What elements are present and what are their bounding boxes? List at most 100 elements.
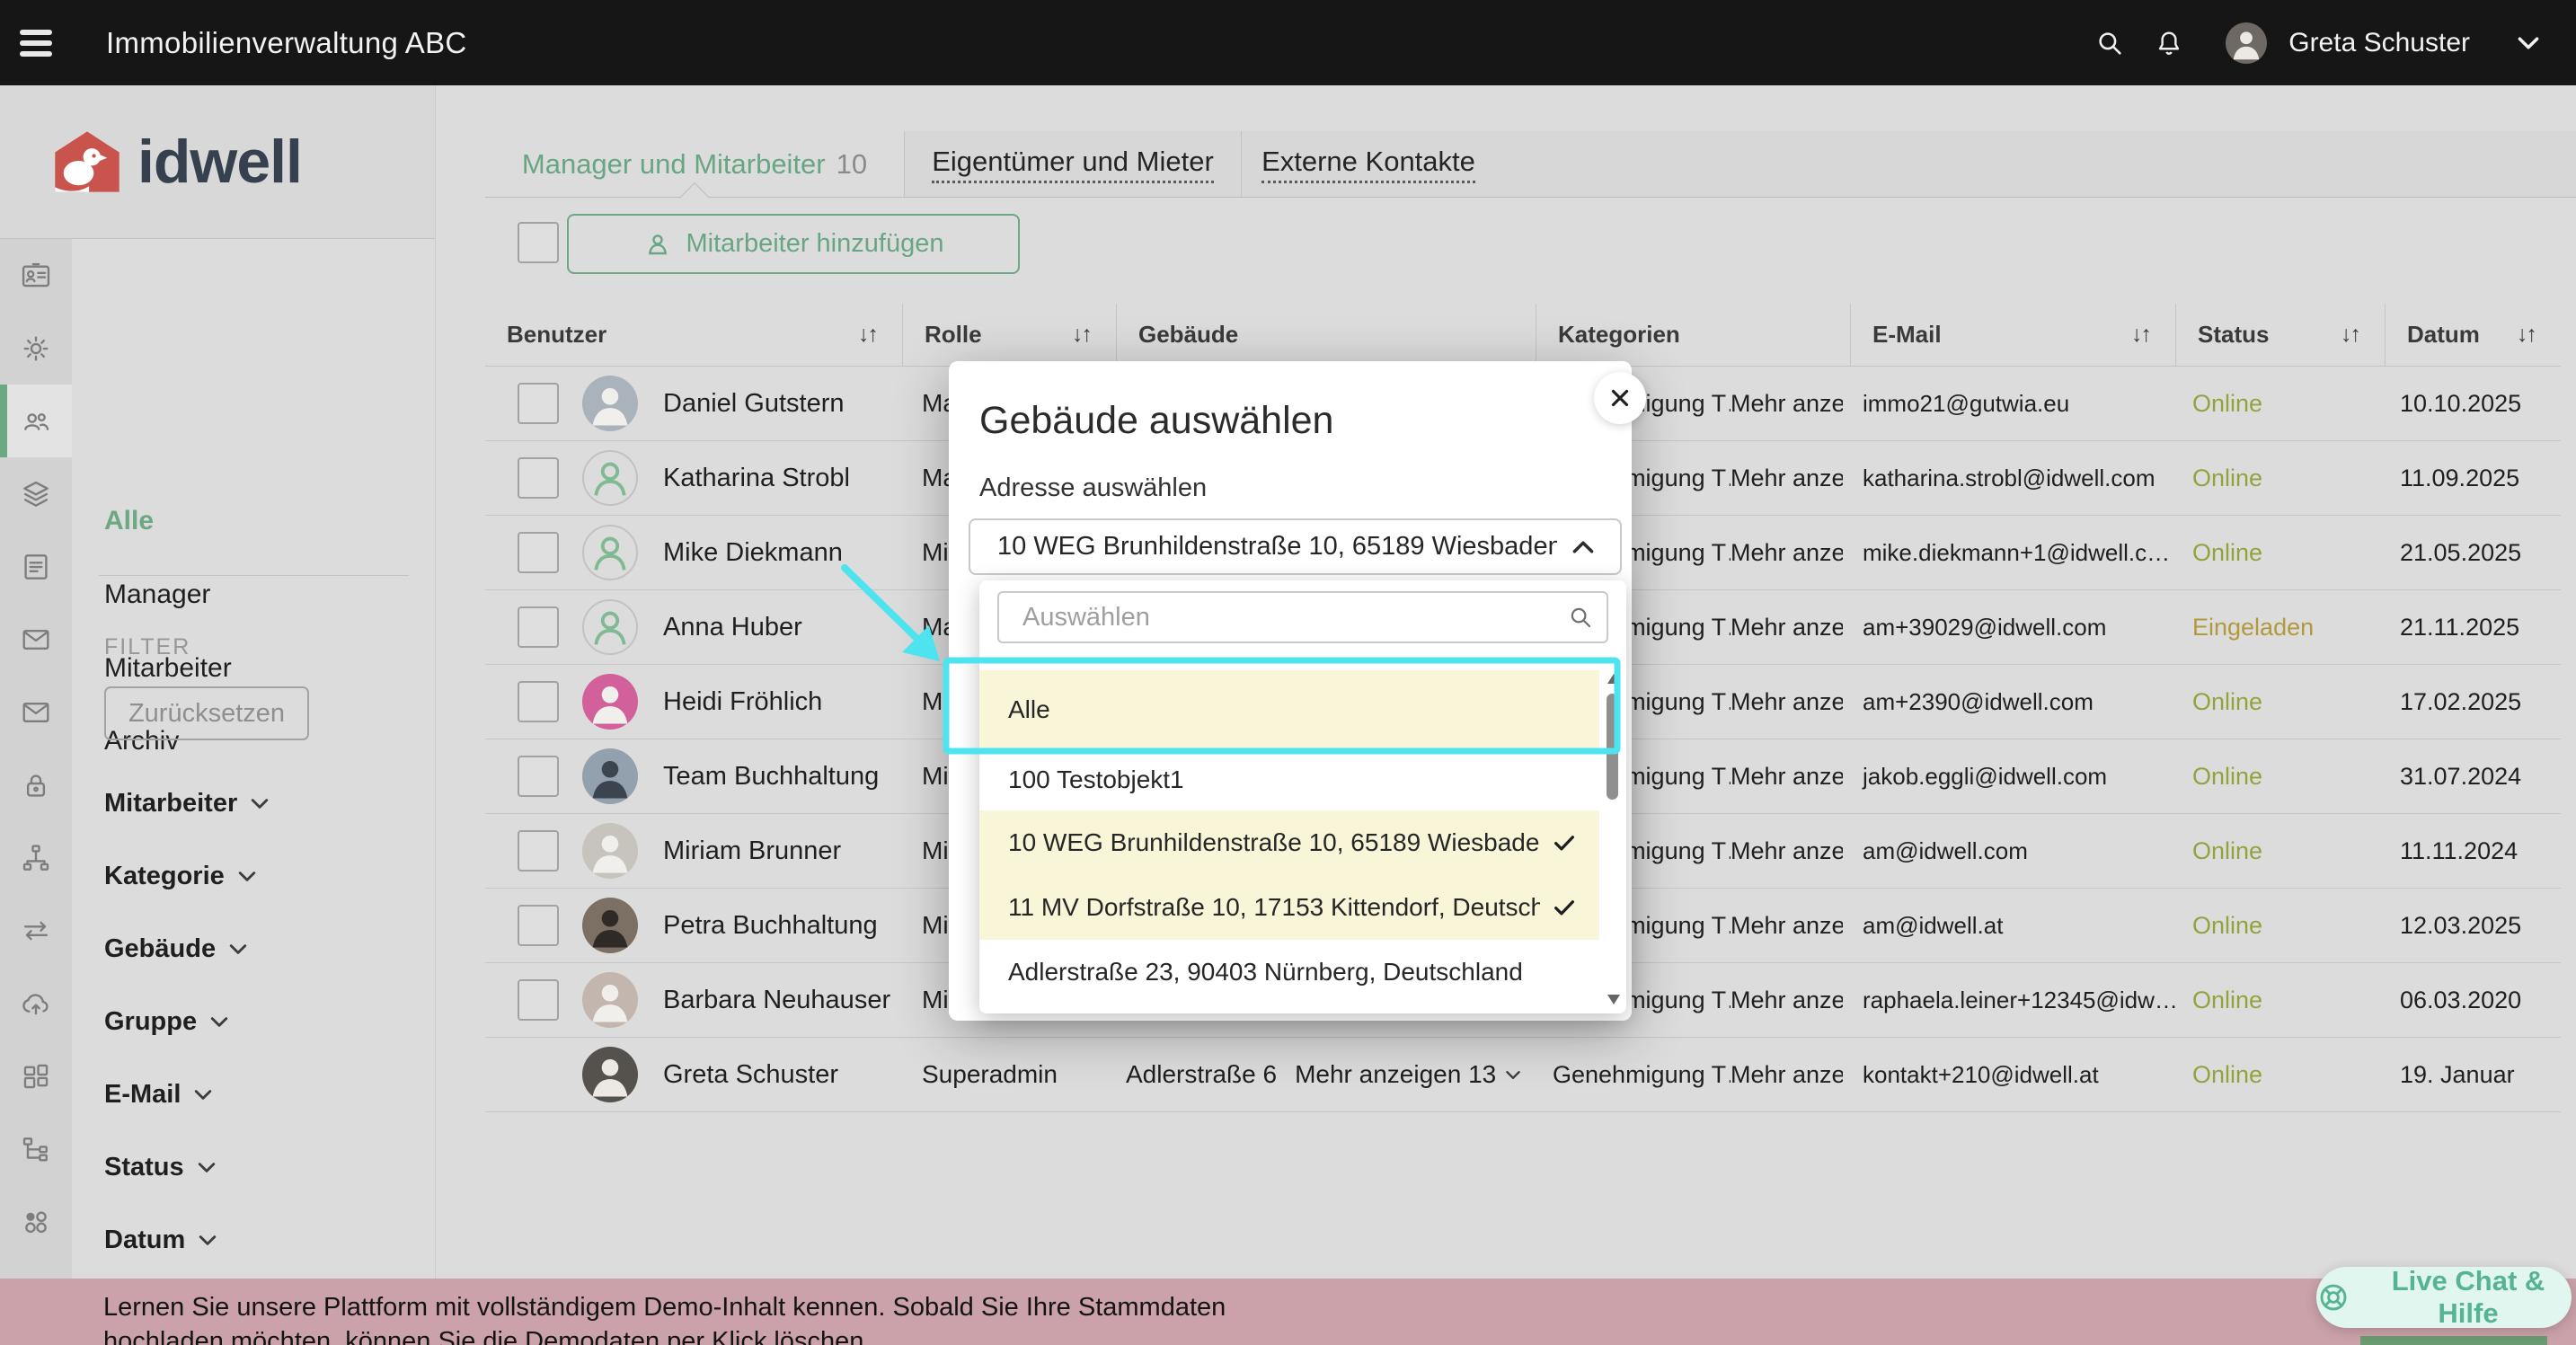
option-mv-dorfstrasse[interactable]: 11 MV Dorfstraße 10, 17153 Kittendorf, D… [979, 875, 1599, 940]
categories-more-link[interactable]: Mehr anzeigen [1731, 614, 1843, 642]
contacts-card-icon[interactable] [0, 239, 72, 312]
user-name: Heidi Fröhlich [663, 687, 822, 717]
chevron-down-icon [1505, 1070, 1521, 1080]
user-name: Katharina Strobl [663, 464, 850, 493]
address-search-input[interactable] [997, 591, 1608, 643]
user-name: Miriam Brunner [663, 836, 841, 866]
address-select-label: Adresse auswählen [979, 473, 1207, 503]
row-checkbox[interactable] [518, 681, 559, 722]
option-adlerstrasse[interactable]: Adlerstraße 23, 90403 Nürnberg, Deutschl… [979, 940, 1599, 1004]
demo-banner: Lernen Sie unsere Plattform mit vollstän… [0, 1279, 2576, 1345]
tab-eigentuemer-und-mieter[interactable]: Eigentümer und Mieter [904, 131, 1241, 197]
filter-status[interactable]: Status [104, 1153, 217, 1182]
option-testobjekt[interactable]: 100 Testobjekt1 [979, 749, 1599, 810]
filter-mitarbeiter[interactable]: Mitarbeiter [104, 789, 270, 819]
team-people-icon[interactable] [0, 385, 72, 457]
filter-gruppe[interactable]: Gruppe [104, 1007, 229, 1037]
user-avatar[interactable] [2226, 22, 2267, 64]
sort-icons[interactable]: ↓↑ [1072, 322, 1091, 348]
row-checkbox[interactable] [518, 830, 559, 872]
categories-more-link[interactable]: Mehr anzeigen [1731, 539, 1843, 567]
active-tab-notch [679, 182, 710, 213]
close-button[interactable] [1594, 372, 1646, 424]
tab-externe-kontakte[interactable]: Externe Kontakte [1241, 131, 1495, 197]
document-icon[interactable] [0, 530, 72, 603]
avatar-placeholder [582, 525, 638, 580]
tab-manager-und-mitarbeiter[interactable]: Manager und Mitarbeiter 10 [485, 131, 904, 197]
filter-kategorie[interactable]: Kategorie [104, 862, 257, 891]
categories-more-link[interactable]: Mehr anzeigen [1731, 1061, 1843, 1089]
categories-more-link[interactable]: Mehr anzeigen [1731, 465, 1843, 492]
avatar [582, 376, 638, 431]
scroll-up-arrow[interactable] [1607, 674, 1620, 684]
mail-campaign-icon[interactable] [0, 676, 72, 748]
building-more-toggle[interactable]: Mehr anzeigen 13 [1295, 1060, 1521, 1089]
cloud-upload-icon[interactable] [0, 967, 72, 1040]
sort-icons[interactable]: ↓↑ [2131, 322, 2150, 348]
select-all-checkbox[interactable] [518, 222, 559, 263]
categories-more-link[interactable]: Mehr anzeigen [1731, 688, 1843, 716]
dropdown-scrollbar[interactable] [1605, 674, 1621, 1004]
user-name[interactable]: Greta Schuster [2288, 28, 2470, 58]
notifications-bell-icon[interactable] [2150, 24, 2188, 62]
categories-more-link[interactable]: Mehr anzeigen [1731, 987, 1843, 1014]
sitemap-icon[interactable] [0, 821, 72, 894]
scroll-down-arrow[interactable] [1607, 995, 1620, 1004]
user-email: am@idwell.com [1850, 837, 2175, 865]
transfer-arrows-icon[interactable] [0, 894, 72, 967]
row-checkbox[interactable] [518, 457, 559, 499]
avatar-placeholder [582, 450, 638, 506]
sidebar-item-alle[interactable]: Alle [104, 506, 154, 536]
scrollbar-thumb[interactable] [1607, 694, 1618, 800]
row-checkbox[interactable] [518, 532, 559, 573]
brand-logo: idwell [0, 85, 436, 239]
address-select[interactable]: 10 WEG Brunhildenstraße 10, 65189 Wiesba… [969, 518, 1622, 575]
filter-gebaeude[interactable]: Gebäude [104, 934, 248, 964]
column-email: E-Mail [1872, 321, 1942, 349]
option-alle[interactable]: Alle [979, 670, 1599, 749]
user-menu-chevron-down-icon[interactable] [2517, 36, 2540, 50]
lock-icon[interactable] [0, 748, 72, 821]
filter-reset-button[interactable]: Zurücksetzen [104, 686, 309, 740]
sort-icons[interactable]: ↓↑ [2517, 322, 2536, 348]
filter-email[interactable]: E-Mail [104, 1080, 213, 1110]
categories-more-link[interactable]: Mehr anzeigen [1731, 912, 1843, 940]
row-checkbox[interactable] [518, 756, 559, 797]
components-grid-icon[interactable] [0, 1040, 72, 1112]
column-rolle: Rolle [925, 321, 982, 349]
search-icon[interactable] [2091, 24, 2129, 62]
avatar [582, 898, 638, 953]
sidebar-item-manager[interactable]: Manager [104, 580, 210, 610]
user-name: Anna Huber [663, 613, 802, 642]
user-name: Daniel Gutstern [663, 389, 845, 419]
add-employee-button[interactable]: Mitarbeiter hinzufügen [567, 214, 1020, 274]
settings-gear-icon[interactable] [0, 312, 72, 385]
hamburger-menu-icon[interactable] [20, 30, 56, 57]
hierarchy-tree-icon[interactable] [0, 1112, 72, 1185]
table-row-current-user[interactable]: Greta Schuster Superadmin Adlerstraße 6 … [485, 1038, 2561, 1112]
person-icon [643, 230, 672, 259]
row-checkbox[interactable] [518, 383, 559, 424]
row-checkbox[interactable] [518, 905, 559, 946]
column-gebaeude: Gebäude [1138, 321, 1238, 349]
divider [99, 575, 409, 576]
mail-icon[interactable] [0, 603, 72, 676]
row-checkbox[interactable] [518, 979, 559, 1021]
banner-line-2: hochladen möchten, können Sie die Demoda… [103, 1324, 2576, 1345]
categories-more-link[interactable]: Mehr anzeigen [1731, 837, 1843, 865]
chevron-down-icon [198, 1234, 217, 1246]
option-weg-brunhildenstrasse[interactable]: 10 WEG Brunhildenstraße 10, 65189 Wiesba… [979, 810, 1599, 875]
categories-more-link[interactable]: Mehr anzeigen [1731, 763, 1843, 791]
user-date: 11.09.2025 [2385, 465, 2561, 492]
user-date: 06.03.2020 [2385, 987, 2561, 1014]
live-chat-button[interactable]: Live Chat & Hilfe [2316, 1267, 2572, 1328]
sort-icons[interactable]: ↓↑ [858, 322, 877, 348]
row-checkbox[interactable] [518, 606, 559, 648]
categories-more-link[interactable]: Mehr anzeigen [1731, 390, 1843, 418]
avatar [582, 823, 638, 879]
sort-icons[interactable]: ↓↑ [2341, 322, 2359, 348]
hidden-button-edge [2360, 1336, 2547, 1345]
filter-datum[interactable]: Datum [104, 1226, 217, 1255]
layers-icon[interactable] [0, 457, 72, 530]
status-circles-icon[interactable] [0, 1185, 72, 1258]
